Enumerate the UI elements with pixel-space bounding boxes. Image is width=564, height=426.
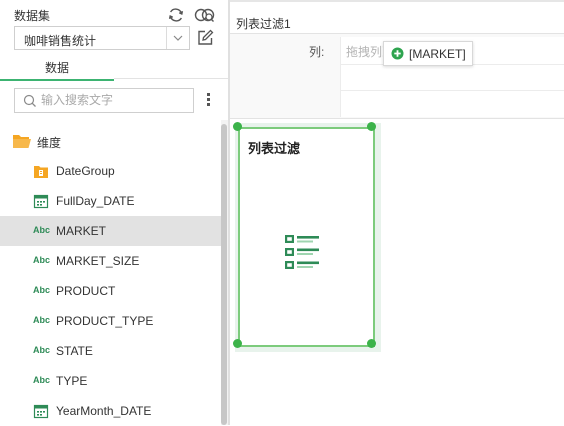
resize-handle-bottom-right[interactable]: [367, 339, 376, 348]
drag-field-chip[interactable]: [MARKET]: [383, 41, 473, 66]
list-filter-icon: [284, 234, 322, 273]
field-item-yearmonth-date[interactable]: YearMonth_DATE: [0, 396, 221, 426]
abc-text-icon: Abc: [33, 285, 51, 295]
field-item-market[interactable]: Abc MARKET: [0, 216, 221, 246]
scrollbar-thumb[interactable]: [221, 124, 227, 425]
abc-text-icon: Abc: [33, 255, 51, 265]
search-box[interactable]: [14, 88, 194, 113]
calendar-icon: [33, 403, 49, 419]
field-label: STATE: [56, 344, 93, 358]
editor-title: 列表过滤1: [236, 17, 291, 31]
widget-title: 列表过滤: [248, 141, 301, 156]
field-label: TYPE: [56, 374, 88, 388]
field-item-dategroup[interactable]: DateGroup: [0, 156, 221, 186]
field-label: FullDay_DATE: [56, 194, 135, 208]
field-label: PRODUCT: [56, 284, 116, 298]
field-label: PRODUCT_TYPE: [56, 314, 154, 328]
calendar-icon: [33, 193, 49, 209]
field-item-product-type[interactable]: Abc PRODUCT_TYPE: [0, 306, 221, 336]
editor-header: 列表过滤1: [230, 13, 564, 34]
tree-group-label: 维度: [37, 136, 62, 150]
dataset-view-icon[interactable]: [194, 6, 216, 27]
field-label: MARKET: [56, 224, 107, 238]
search-input[interactable]: [41, 92, 189, 108]
field-item-type[interactable]: Abc TYPE: [0, 366, 221, 396]
abc-text-icon: Abc: [33, 375, 51, 385]
field-label: MARKET_SIZE: [56, 254, 140, 268]
date-group-icon: [33, 163, 49, 179]
editor-pane: 列表过滤1 列: 拖拽列到此处 [MARKET] 列表过滤: [230, 0, 564, 425]
tab-divider: [114, 78, 228, 79]
tab-data[interactable]: 数据: [0, 59, 114, 81]
field-item-state[interactable]: Abc STATE: [0, 336, 221, 366]
field-item-fullday-date[interactable]: FullDay_DATE: [0, 186, 221, 216]
dataset-select[interactable]: 咖啡销售统计: [14, 26, 190, 50]
chevron-down-icon[interactable]: [166, 27, 189, 49]
column-label: 列:: [309, 45, 325, 59]
resize-handle-top-right[interactable]: [367, 122, 376, 131]
dataset-select-value: 咖啡销售统计: [24, 34, 97, 48]
abc-text-icon: Abc: [33, 225, 51, 235]
field-item-product[interactable]: Abc PRODUCT: [0, 276, 221, 306]
search-icon: [23, 94, 37, 111]
resize-handle-top-left[interactable]: [233, 122, 242, 131]
top-border: [230, 0, 564, 2]
more-options-icon[interactable]: [204, 92, 212, 108]
edit-icon[interactable]: [196, 29, 214, 50]
left-panel: 数据集 咖啡销售统计 数据 输入搜索文字 维度 DateGroup FullDa…: [0, 0, 228, 425]
field-label: YearMonth_DATE: [56, 404, 152, 418]
field-item-market-size[interactable]: Abc MARKET_SIZE: [0, 246, 221, 276]
folder-open-icon: [12, 133, 32, 152]
dataset-label: 数据集: [14, 9, 51, 23]
abc-text-icon: Abc: [33, 315, 51, 325]
abc-text-icon: Abc: [33, 345, 51, 355]
dashboard-canvas: 列表过滤: [230, 119, 564, 425]
resize-handle-bottom-left[interactable]: [233, 339, 242, 348]
add-circle-icon: [391, 47, 404, 63]
field-label: DateGroup: [56, 164, 115, 178]
list-filter-widget[interactable]: 列表过滤: [238, 127, 375, 347]
drop-row-divider: [341, 90, 564, 91]
refresh-icon[interactable]: [167, 6, 185, 27]
drag-chip-label: [MARKET]: [409, 47, 466, 61]
